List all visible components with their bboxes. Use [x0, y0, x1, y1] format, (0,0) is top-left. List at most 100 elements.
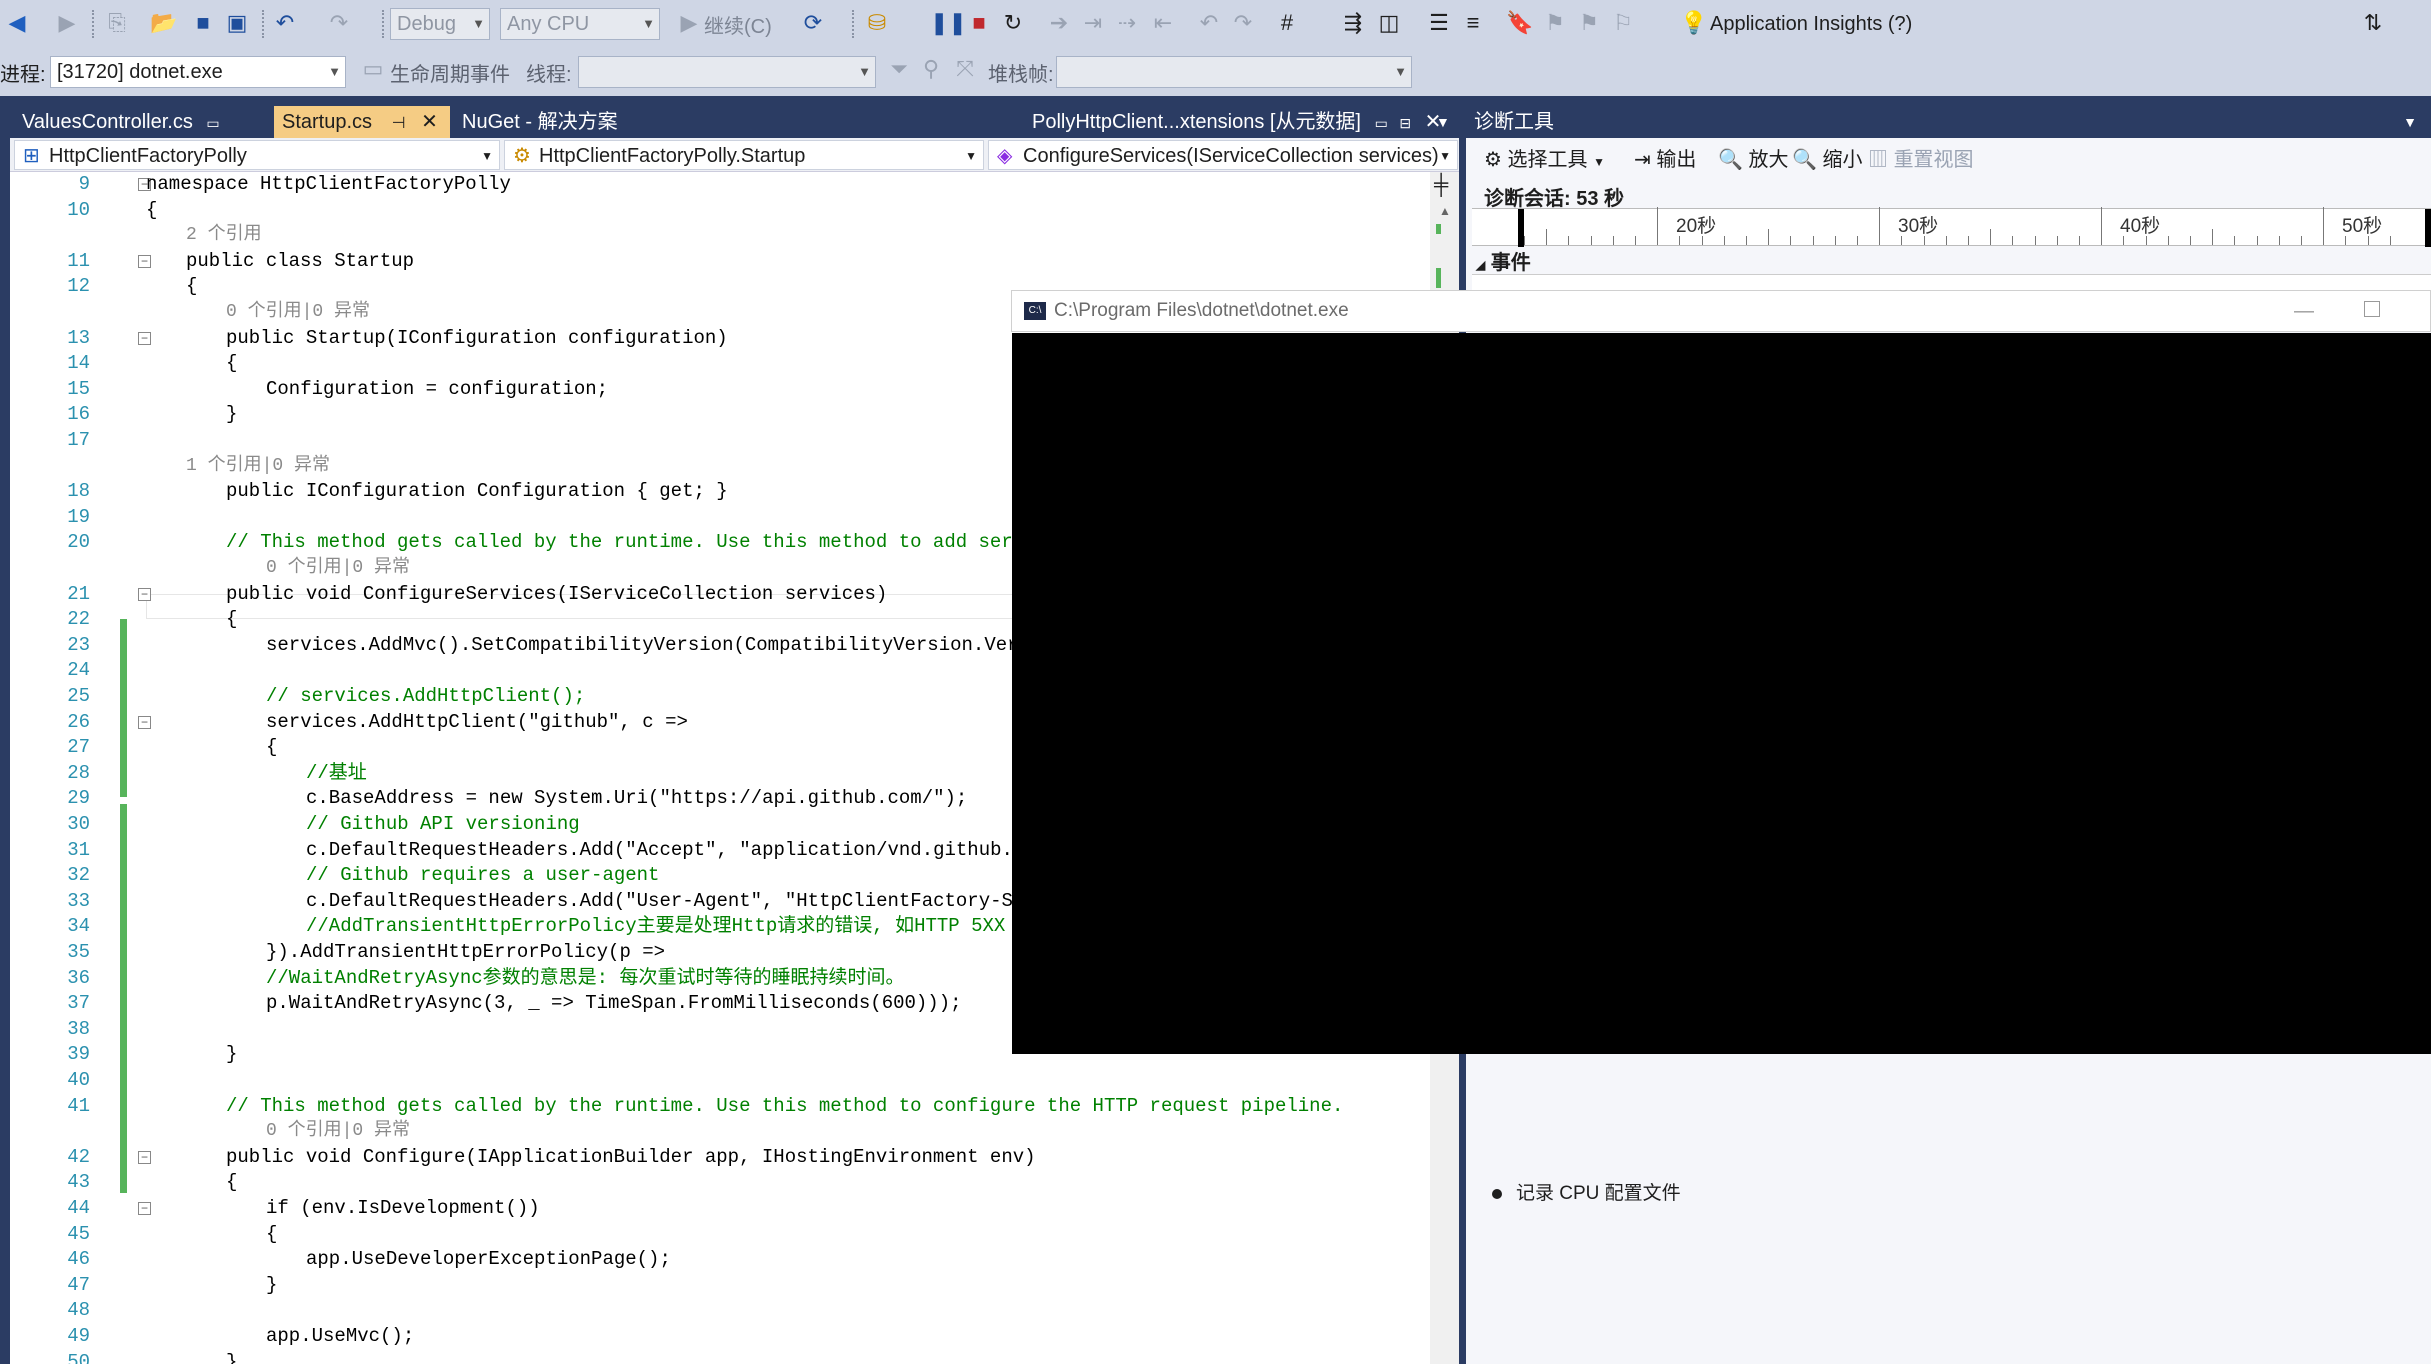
step-out-icon[interactable]: ⇤	[1150, 10, 1176, 36]
console-output[interactable]	[1012, 333, 2431, 1054]
breakpoints-icon[interactable]: ◫	[1376, 10, 1402, 36]
thread-icon[interactable]: ⇶	[1340, 10, 1366, 36]
codelens-hint[interactable]: 1 个引用|0 异常	[186, 454, 330, 479]
feedback-icon[interactable]: ⇅	[2360, 10, 2386, 36]
redo-icon[interactable]: ↷	[326, 10, 352, 36]
open-folder-icon[interactable]: 📂	[150, 10, 177, 36]
save-all-icon[interactable]: ▣	[224, 10, 250, 36]
project-select[interactable]: ⊞ HttpClientFactoryPolly ▼	[14, 140, 500, 170]
fold-toggle-icon[interactable]: −	[138, 1202, 151, 1215]
maximize-icon[interactable]	[2364, 301, 2380, 317]
codelens-hint[interactable]: 0 个引用|0 异常	[226, 300, 370, 325]
ruler-tick	[1590, 236, 1592, 245]
browser-link-icon[interactable]: ⛁	[864, 10, 890, 36]
flag-filter-icon[interactable]: ⚲	[918, 56, 944, 82]
codelens-hint[interactable]: 2 个引用	[186, 223, 262, 248]
process-select[interactable]: [31720] dotnet.exe ▼	[50, 56, 346, 88]
code-line: }	[266, 1273, 278, 1296]
fold-toggle-icon[interactable]: −	[138, 254, 151, 268]
config-value: Debug	[397, 13, 456, 35]
hex-display-icon[interactable]: #	[1274, 10, 1300, 36]
code-line: }).AddTransientHttpErrorPolicy(p =>	[266, 941, 666, 963]
tab-polly-extensions[interactable]: PollyHttpClient...xtensions [从元数据] ▭ ⊟ ✕	[1024, 106, 1444, 138]
solution-configuration-select[interactable]: Debug ▼	[390, 8, 490, 40]
fold-toggle-icon[interactable]: −	[138, 587, 151, 601]
tab-overflow-icon[interactable]: ▼	[1436, 106, 1450, 138]
forward-icon[interactable]: ▶	[54, 10, 80, 36]
pause-icon[interactable]: ❚❚	[930, 10, 967, 36]
panel-menu-icon[interactable]: ▼	[2403, 106, 2417, 138]
console-title-bar[interactable]: C:\ C:\Program Files\dotnet\dotnet.exe —	[1011, 290, 2431, 332]
select-tool-button[interactable]: ⚙ 选择工具 ▼	[1484, 146, 1605, 174]
filter-icon[interactable]: ⏷	[886, 56, 912, 82]
app-insights-icon[interactable]: 💡	[1680, 10, 1707, 36]
record-cpu-profile[interactable]: 记录 CPU 配置文件	[1492, 1178, 1681, 1205]
tab-label: NuGet - 解决方案	[462, 111, 618, 133]
reset-view-button[interactable]: ▥ 重置视图	[1868, 146, 1974, 174]
diagnostics-title-bar: 诊断工具 ▼	[1466, 106, 2431, 138]
close-icon[interactable]: ✕	[421, 111, 438, 133]
code-line: services.AddHttpClient("github", c =>	[266, 710, 688, 733]
continue-play-icon[interactable]: ▶	[676, 10, 702, 36]
next-bookmark-icon[interactable]: ⚑	[1576, 10, 1602, 36]
process-label: 进程:	[0, 63, 46, 86]
dropdown-icon[interactable]: ⊟	[1399, 115, 1411, 131]
lifecycle-events-button[interactable]: 生命周期事件	[390, 54, 510, 90]
tab-startup[interactable]: Startup.cs ⊣ ✕	[274, 106, 450, 138]
step-back-icon[interactable]: ↶	[1196, 10, 1222, 36]
ruler-tick	[1790, 236, 1792, 245]
indent-icon[interactable]: ☰	[1426, 10, 1452, 36]
zoom-in-button[interactable]: 🔍 放大	[1718, 146, 1788, 174]
stop-icon[interactable]: ■	[966, 10, 992, 36]
scroll-up-icon[interactable]: ▲	[1439, 204, 1451, 218]
refresh-icon[interactable]: ⟳	[800, 10, 826, 36]
tab-values-controller[interactable]: ValuesController.cs ▭	[14, 106, 274, 138]
continue-button[interactable]: 继续(C)	[704, 6, 772, 42]
pin-icon[interactable]: ▭	[1375, 115, 1388, 131]
comment-icon[interactable]: ≡	[1460, 10, 1486, 36]
bookmark-icon[interactable]: 🔖	[1506, 10, 1533, 36]
line-number: 16	[67, 403, 90, 426]
new-item-icon[interactable]: ⎘	[104, 10, 130, 36]
stackframe-select[interactable]: ▼	[1056, 56, 1412, 88]
code-line: c.DefaultRequestHeaders.Add("User-Agent"…	[306, 889, 1105, 912]
output-button[interactable]: ⇥ 输出	[1634, 146, 1696, 174]
timeline-ruler[interactable]: 20秒 30秒 40秒 50秒	[1472, 207, 2431, 247]
minimize-icon[interactable]: —	[2294, 291, 2314, 331]
thread-select[interactable]: ▼	[578, 56, 876, 88]
code-line: c.DefaultRequestHeaders.Add("Accept", "a…	[306, 838, 1127, 861]
pin-icon[interactable]: ⊣	[392, 115, 406, 132]
code-line: {	[226, 352, 238, 375]
prev-bookmark-icon[interactable]: ⚑	[1542, 10, 1568, 36]
step-over-icon[interactable]: ⇢	[1114, 10, 1140, 36]
type-select[interactable]: ⚙ HttpClientFactoryPolly.Startup ▼	[504, 140, 984, 170]
restart-icon[interactable]: ↻	[1000, 10, 1026, 36]
undo-icon[interactable]: ↶	[272, 10, 298, 36]
reset-view-label: 重置视图	[1893, 149, 1974, 171]
tab-nuget[interactable]: NuGet - 解决方案	[454, 106, 674, 138]
split-icon[interactable]: ╪	[1434, 174, 1448, 197]
codelens-hint[interactable]: 0 个引用|0 异常	[266, 1119, 410, 1144]
back-icon[interactable]: ◀	[4, 10, 30, 36]
clear-bookmarks-icon[interactable]: ⚐	[1610, 10, 1636, 36]
step-forward-icon[interactable]: ↷	[1230, 10, 1256, 36]
fold-toggle-icon[interactable]: −	[138, 715, 151, 729]
line-number: 22	[67, 608, 90, 631]
member-select[interactable]: ◈ ConfigureServices(IServiceCollection s…	[988, 140, 1458, 170]
zoom-out-button[interactable]: 🔍 缩小	[1792, 146, 1862, 174]
fold-toggle-icon[interactable]: −	[138, 331, 151, 345]
step-into-icon[interactable]: ⇥	[1080, 10, 1106, 36]
solution-platform-select[interactable]: Any CPU ▼	[500, 8, 660, 40]
save-icon[interactable]: ■	[190, 10, 216, 36]
pin-icon[interactable]: ▭	[206, 115, 219, 131]
standard-toolbar: ◀ ▶ ⎘ 📂 ■ ▣ ↶ ↷ Debug ▼ Any CPU ▼ ▶ 继续(C) …	[0, 0, 2431, 50]
tick-label: 20秒	[1676, 216, 1717, 237]
tab-label: Startup.cs	[282, 111, 373, 133]
events-section-header[interactable]: ◢ 事件	[1476, 246, 1531, 275]
show-next-statement-icon[interactable]: ➔	[1046, 10, 1072, 36]
fold-toggle-icon[interactable]: −	[138, 1150, 151, 1164]
codelens-hint[interactable]: 0 个引用|0 异常	[266, 556, 410, 581]
expand-icon[interactable]: ⤧	[952, 56, 978, 82]
app-insights-button[interactable]: Application Insights (?)	[1710, 6, 1912, 42]
ruler-tick	[1990, 229, 1992, 245]
